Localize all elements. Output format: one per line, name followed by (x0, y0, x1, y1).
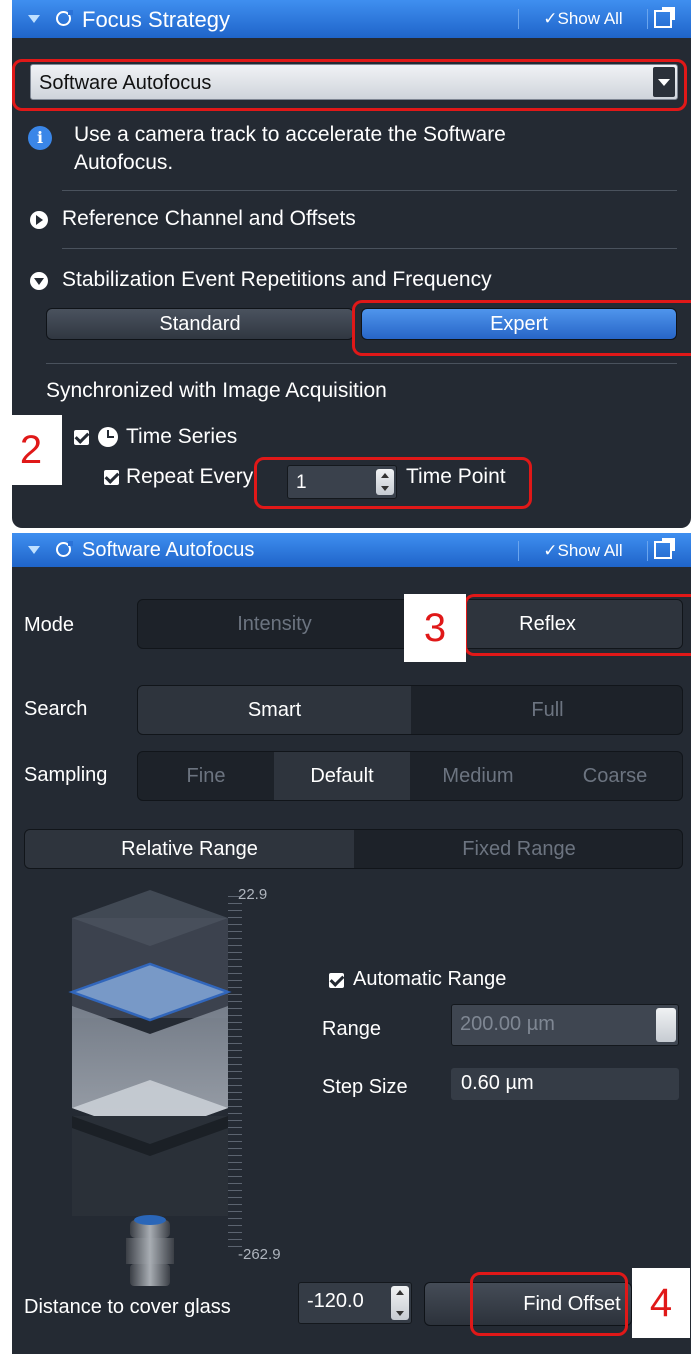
step-size-field: 0.60 µm (451, 1068, 679, 1100)
scale-bottom-label: -262.9 (238, 1246, 281, 1263)
focus-strategy-header[interactable]: Focus Strategy ✓Show All (12, 0, 691, 38)
mode-label: Mode (24, 614, 75, 636)
distance-value[interactable]: -120.0 (307, 1290, 364, 1313)
search-option-smart[interactable]: Smart (138, 686, 411, 734)
show-all-button[interactable]: ✓Show All (518, 9, 648, 29)
repeat-every-label: Repeat Every (126, 465, 254, 488)
mode-option-intensity[interactable]: Intensity (138, 600, 411, 648)
time-series-checkbox[interactable] (74, 430, 89, 445)
sampling-label: Sampling (24, 764, 108, 786)
range-scale (228, 896, 242, 1252)
search-label: Search (24, 698, 88, 720)
clock-icon (98, 427, 118, 447)
range-option-fixed[interactable]: Fixed Range (354, 830, 682, 868)
highlight-box-repeat (254, 457, 532, 509)
step-size-value: 0.60 µm (461, 1072, 534, 1094)
callout-4: 4 (632, 1268, 690, 1338)
range-input[interactable]: 200.00 µm (451, 1004, 679, 1046)
range-option-relative[interactable]: Relative Range (25, 830, 354, 868)
highlight-box-find-offset (470, 1272, 628, 1336)
sampling-option-medium[interactable]: Medium (410, 752, 546, 800)
range-illustration (68, 890, 232, 1286)
spin-arrows-icon[interactable] (656, 1008, 676, 1042)
divider (62, 190, 677, 191)
expand-down-icon[interactable] (30, 272, 48, 290)
time-series-label: Time Series (126, 425, 238, 448)
automatic-range-label: Automatic Range (353, 968, 507, 990)
standard-button[interactable]: Standard (46, 308, 354, 340)
highlight-box-strategy (12, 59, 687, 111)
range-type-segmented-control[interactable]: Relative Range Fixed Range (24, 829, 683, 869)
highlight-box-reflex (464, 594, 691, 656)
refresh-icon (56, 10, 73, 26)
info-icon: i (28, 126, 52, 150)
spin-arrows-icon[interactable] (391, 1286, 409, 1320)
software-autofocus-header[interactable]: Software Autofocus ✓Show All (12, 533, 691, 567)
collapse-arrow-icon[interactable] (28, 546, 40, 554)
callout-2: 2 (0, 415, 62, 485)
sync-label: Synchronized with Image Acquisition (46, 379, 387, 402)
highlight-box-expert (352, 300, 691, 356)
show-all-button[interactable]: ✓Show All (518, 541, 648, 561)
refresh-icon (56, 541, 73, 557)
info-text-line1: Use a camera track to accelerate the Sof… (74, 123, 506, 146)
popout-icon[interactable] (654, 538, 675, 559)
divider (46, 363, 677, 364)
distance-label: Distance to cover glass (24, 1296, 231, 1318)
software-autofocus-title: Software Autofocus (82, 539, 255, 561)
divider (62, 248, 677, 249)
scale-top-label: 22.9 (238, 886, 268, 903)
automatic-range-checkbox[interactable] (329, 973, 344, 988)
expand-right-icon[interactable] (30, 211, 48, 229)
sampling-option-fine[interactable]: Fine (138, 752, 274, 800)
step-size-label: Step Size (322, 1076, 408, 1098)
search-option-full[interactable]: Full (411, 686, 682, 734)
popout-icon[interactable] (654, 7, 675, 28)
sampling-option-coarse[interactable]: Coarse (546, 752, 682, 800)
reference-channel-section[interactable]: Reference Channel and Offsets (62, 206, 356, 232)
range-input-value[interactable]: 200.00 µm (460, 1013, 555, 1036)
info-text-line2: Autofocus. (74, 151, 174, 174)
stabilization-section[interactable]: Stabilization Event Repetitions and Freq… (62, 267, 492, 293)
sampling-option-default[interactable]: Default (274, 752, 410, 800)
focus-strategy-title: Focus Strategy (82, 7, 230, 32)
sampling-segmented-control[interactable]: Fine Default Medium Coarse (137, 751, 683, 801)
search-segmented-control[interactable]: Smart Full (137, 685, 683, 735)
range-label: Range (322, 1018, 381, 1040)
distance-stepper[interactable]: -120.0 (298, 1282, 412, 1324)
callout-3: 3 (404, 594, 466, 662)
collapse-arrow-icon[interactable] (28, 15, 40, 23)
repeat-every-checkbox[interactable] (104, 470, 119, 485)
